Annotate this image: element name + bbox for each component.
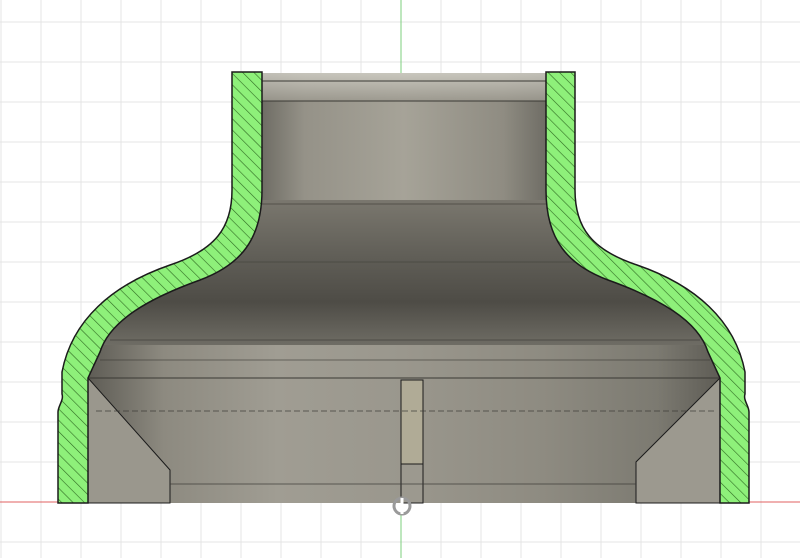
neck-top-highlight [262,73,546,101]
viewport-canvas[interactable] [0,0,800,558]
cad-viewport[interactable] [0,0,800,558]
center-slot [400,379,424,465]
origin-pivot-icon[interactable] [392,496,412,516]
part-interior [87,73,721,504]
